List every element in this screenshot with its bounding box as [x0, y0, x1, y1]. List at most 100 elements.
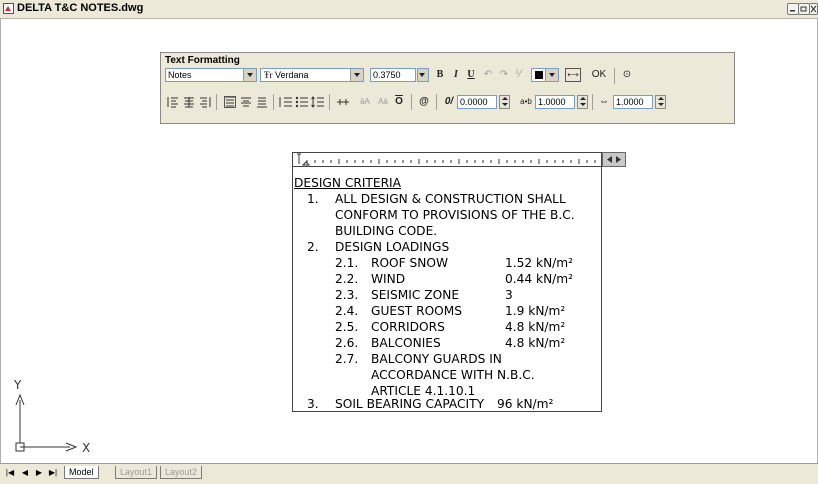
bulleted-list-icon[interactable] [294, 94, 310, 110]
options-icon[interactable]: ⊙ [620, 68, 634, 82]
align-center-icon[interactable] [181, 94, 197, 110]
loading-label: ACCORDANCE WITH N.B.C. [371, 368, 535, 382]
width-factor-spinner[interactable] [655, 95, 666, 109]
font-value: Verdana [275, 70, 309, 80]
valign-middle-icon[interactable] [238, 94, 254, 110]
italic-button[interactable]: I [451, 68, 461, 82]
loading-label: ROOF SNOW [371, 256, 449, 270]
minimize-icon [790, 10, 795, 12]
font-select[interactable]: Ŧr Verdana [260, 68, 364, 82]
color-swatch-icon [535, 71, 543, 79]
underline-button[interactable]: U [466, 68, 476, 82]
loading-number: 2.2. [335, 272, 359, 286]
tracking-value: 1.0000 [538, 97, 566, 107]
loading-label: WIND [371, 272, 406, 286]
text-style-value: Notes [168, 70, 192, 80]
item-text-line: SOIL BEARING CAPACITY [335, 397, 485, 411]
loading-number: 2.1. [335, 256, 359, 270]
toolbar-separator [411, 94, 412, 110]
chevron-down-icon [243, 69, 256, 81]
symbol-button[interactable]: @ [417, 95, 431, 109]
next-tab-icon[interactable]: ▶ [33, 467, 45, 478]
valign-bottom-icon[interactable] [254, 94, 270, 110]
oblique-angle-icon: 0/ [444, 96, 454, 107]
item-value: 96 kN/m² [497, 397, 554, 411]
chevron-down-icon [545, 69, 558, 81]
align-right-icon[interactable] [197, 94, 213, 110]
text-height-value: 0.3750 [373, 70, 401, 80]
tracking-spinner[interactable] [577, 95, 588, 109]
tracking-icon: a•b [520, 97, 532, 106]
width-factor-value: 1.0000 [616, 97, 644, 107]
truetype-font-icon: Ŧr [264, 70, 273, 80]
toolbar-separator [273, 94, 274, 110]
text-height-select[interactable]: 0.3750 [370, 68, 416, 82]
align-left-icon[interactable] [165, 94, 181, 110]
heading-design-criteria: DESIGN CRITERIA [294, 176, 401, 190]
insert-field-icon[interactable] [335, 94, 351, 110]
mtext-editor[interactable]: DESIGN CRITERIA 1. ALL DESIGN & CONSTRUC… [292, 167, 602, 412]
loading-number: 2.6. [335, 336, 359, 350]
text-style-select[interactable]: Notes [165, 68, 257, 82]
uppercase-icon[interactable]: āA [358, 95, 372, 109]
loading-number: 2.7. [335, 352, 359, 366]
toolbar-separator [216, 94, 217, 110]
ruler-ticks [297, 153, 596, 166]
drawing-file-icon [3, 3, 14, 14]
tracking-input[interactable]: 1.0000 [535, 95, 575, 109]
width-factor-icon: ⇔ [599, 96, 609, 107]
loading-value: 1.9 kN/m² [505, 304, 566, 318]
item-text-line: ALL DESIGN & CONSTRUCTION SHALL [335, 192, 566, 206]
toolbar-separator [592, 94, 593, 110]
tab-model[interactable]: Model [64, 466, 99, 479]
bold-button[interactable]: B [435, 68, 445, 82]
ucs-y-label: Y [13, 378, 22, 392]
restore-icon [800, 6, 807, 12]
item-number: 2. [307, 240, 319, 254]
redo-icon[interactable]: ↷ [498, 68, 510, 82]
toolbar-separator [436, 94, 437, 110]
window-title-bar: DELTA T&C NOTES.dwg [0, 0, 818, 19]
loading-value: 1.52 kN/m² [505, 256, 574, 270]
ruler-width-handle-icon[interactable] [602, 152, 626, 167]
ruler-toggle-icon[interactable]: ⟷ [565, 68, 581, 82]
text-color-select[interactable] [531, 68, 559, 82]
loading-number: 2.3. [335, 288, 359, 302]
ucs-x-label: X [82, 441, 90, 455]
item-number: 1. [307, 192, 319, 206]
loading-label: BALCONY GUARDS IN [371, 352, 502, 366]
tab-layout2[interactable]: Layout2 [160, 466, 203, 479]
toolbar-title: Text Formatting [165, 55, 240, 66]
undo-icon[interactable]: ↶ [482, 68, 494, 82]
oblique-angle-value: 0.0000 [460, 97, 488, 107]
overline-icon[interactable]: O [393, 95, 405, 109]
layout-tab-bar: |◀ ◀ ▶ ▶| Model Layout1 Layout2 [0, 463, 818, 484]
loading-number: 2.4. [335, 304, 359, 318]
line-spacing-icon[interactable] [310, 94, 326, 110]
numbered-list-icon[interactable] [278, 94, 294, 110]
width-factor-input[interactable]: 1.0000 [613, 95, 653, 109]
valign-top-icon[interactable] [222, 94, 238, 110]
window-title: DELTA T&C NOTES.dwg [17, 2, 144, 14]
item-text-line: CONFORM TO PROVISIONS OF THE B.C. [335, 208, 575, 222]
item-text-line: BUILDING CODE. [335, 224, 438, 238]
oblique-spinner[interactable] [499, 95, 510, 109]
loading-value: 0.44 kN/m² [505, 272, 574, 286]
first-tab-icon[interactable]: |◀ [4, 467, 16, 478]
loading-label: GUEST ROOMS [371, 304, 463, 318]
last-tab-icon[interactable]: ▶| [47, 467, 59, 478]
text-height-dropdown[interactable] [417, 68, 429, 82]
oblique-angle-input[interactable]: 0.0000 [457, 95, 497, 109]
lowercase-icon[interactable]: Aā [376, 95, 390, 109]
toolbar-separator [329, 94, 330, 110]
ok-button[interactable]: OK [589, 68, 609, 82]
previous-tab-icon[interactable]: ◀ [19, 467, 31, 478]
loading-label: BALCONIES [371, 336, 441, 350]
close-button[interactable] [809, 3, 818, 15]
chevron-down-icon [418, 69, 428, 81]
loading-value: 4.8 kN/m² [505, 336, 566, 350]
stack-icon[interactable]: ⅟ [513, 68, 523, 82]
tab-layout1[interactable]: Layout1 [115, 466, 158, 479]
mtext-ruler[interactable] [292, 152, 602, 167]
loading-value: 3 [505, 288, 513, 302]
